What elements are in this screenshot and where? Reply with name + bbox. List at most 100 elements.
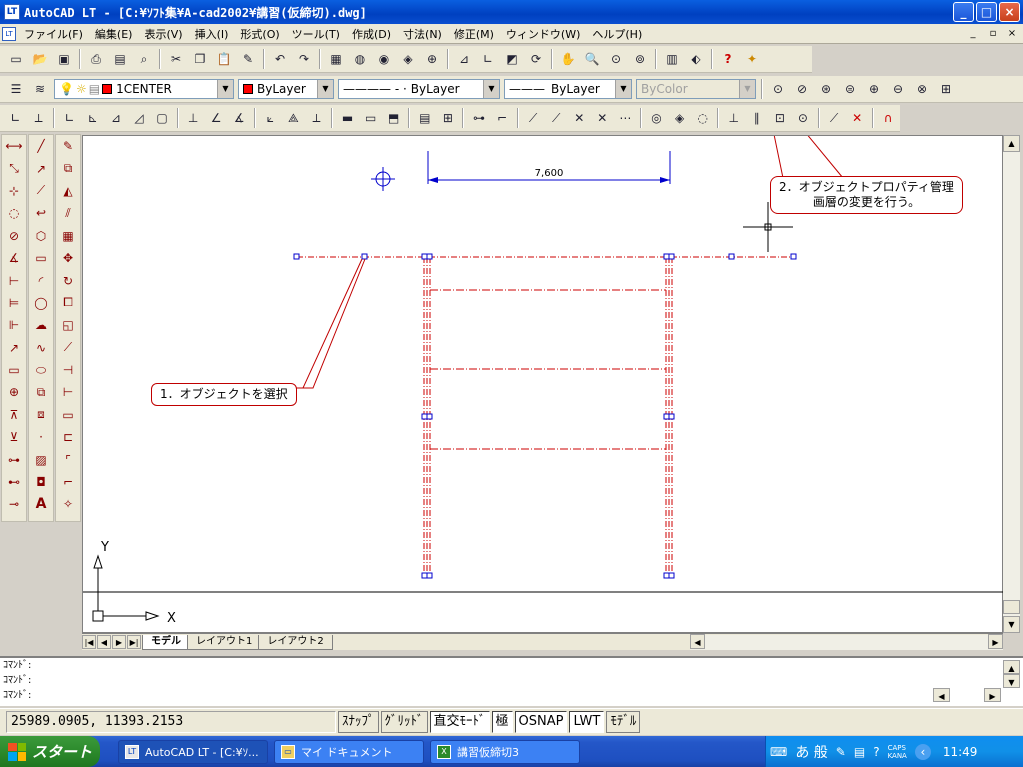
start-button[interactable]: スタート [0,736,100,767]
menu-dimension[interactable]: 寸法(N) [397,26,448,42]
ucs-object-icon[interactable]: ⊾ [82,107,103,129]
explode-icon[interactable]: ✧ [57,493,79,515]
line-icon[interactable]: ╱ [30,135,52,157]
zoom-window-icon[interactable]: ⊙ [767,78,789,100]
cut-icon[interactable]: ✂ [165,48,187,70]
lineweight-combo[interactable]: ——— ByLayer ▼ [504,79,632,99]
copy-icon[interactable]: ❐ [189,48,211,70]
zoom-dynamic-icon[interactable]: ⊘ [791,78,813,100]
coordinate-display[interactable]: 25989.0905, 11393.2153 [6,711,336,733]
scroll-right-button[interactable]: ▶ [988,634,1003,649]
scale-icon[interactable]: ⧠ [57,292,79,314]
command-prompt[interactable]: ｺﾏﾝﾄﾞ: [0,688,1023,703]
layer-icon[interactable]: ⬖ [685,48,707,70]
model-button[interactable]: ﾓﾃﾞﾙ [606,711,641,733]
ime-tool-icon[interactable]: ✎ [836,745,846,759]
linetype-combo[interactable]: ———— - · ByLayer ▼ [338,79,500,99]
command-window[interactable]: ｺﾏﾝﾄﾞ: ｺﾏﾝﾄﾞ: ｺﾏﾝﾄﾞ: ▲ ▼ ◀ ▶ [0,656,1023,706]
print-icon[interactable]: ⎙ [85,48,107,70]
dim-center-icon[interactable]: ⊕ [3,381,25,403]
layer-previous-icon[interactable]: ≋ [29,78,51,100]
preview-icon[interactable]: ▤ [109,48,131,70]
osnap-apparent-icon[interactable]: ✕ [592,107,613,129]
insert-icon[interactable]: ⧈ [30,404,52,426]
task-autocad[interactable]: LT AutoCAD LT - [C:¥ｿ... [118,739,268,764]
block-icon[interactable]: ⧉ [30,381,52,403]
osnap-tangent-icon[interactable]: ◌ [692,107,713,129]
text-icon[interactable]: A [30,493,52,515]
spline-icon[interactable]: ∿ [30,337,52,359]
osnap-endpoint-icon[interactable]: ⟋ [523,107,544,129]
mirror-icon[interactable]: ◭ [57,180,79,202]
hatch-icon[interactable]: ▨ [30,448,52,470]
osnap-midpoint-icon[interactable]: ⟋ [546,107,567,129]
chevron-down-icon[interactable]: ▼ [615,80,631,98]
scroll-up-button[interactable]: ▲ [1003,135,1020,152]
ucs-rotate-x-icon[interactable]: ⟀ [260,107,281,129]
grid-button[interactable]: ｸﾞﾘｯﾄﾞ [380,711,428,733]
osnap-none-icon[interactable]: ✕ [847,107,868,129]
zoom-window-icon[interactable]: ⊙ [605,48,627,70]
cloud-icon[interactable]: ☁ [30,314,52,336]
erase-icon[interactable]: ✎ [57,135,79,157]
save-icon[interactable]: ▣ [53,48,75,70]
menu-view[interactable]: 表示(V) [138,26,188,42]
tab-model[interactable]: モデル [142,634,190,650]
window-titlebar[interactable]: LT AutoCAD LT - [C:¥ｿﾌﾄ集¥A-cad2002¥講習(仮締… [0,0,1023,24]
layer-combo[interactable]: 💡 ☼ ▤ 1CENTER ▼ [54,79,234,99]
menu-edit[interactable]: 編集(E) [89,26,139,42]
cmd-scroll-right[interactable]: ▶ [984,688,1001,702]
osnap-nearest-icon[interactable]: ⟋ [824,107,845,129]
ucs-rotate-z-icon[interactable]: ⟂ [306,107,327,129]
ucs-origin-icon[interactable]: ∟ [59,107,80,129]
tab-next-button[interactable]: ▶ [112,635,126,649]
doc-restore-button[interactable]: ▫ [986,27,1000,41]
point-icon[interactable]: · [30,426,52,448]
osnap-intersection-icon[interactable]: ✕ [569,107,590,129]
break-icon[interactable]: ▭ [57,404,79,426]
array-icon[interactable]: ▦ [57,225,79,247]
zoom-scale-icon[interactable]: ⊛ [815,78,837,100]
dim-diameter-icon[interactable]: ⊘ [3,225,25,247]
ime-mode[interactable]: あ 般 [795,742,827,762]
ortho-button[interactable]: 直交ﾓｰﾄﾞ [429,711,490,733]
osnap-settings-icon[interactable]: ∩ [878,107,899,129]
close-button[interactable]: × [999,2,1020,22]
dim-override-icon[interactable]: ⊸ [3,493,25,515]
ucs-x-icon[interactable]: ⊥ [183,107,204,129]
break-at-point-icon[interactable]: ⊏ [57,426,79,448]
menu-modify[interactable]: 修正(M) [448,26,500,42]
dim-leader-icon[interactable]: ⬒ [383,107,404,129]
undo-draw-icon[interactable]: ↩ [30,202,52,224]
assist-icon[interactable]: ✦ [741,48,763,70]
lengthen-icon[interactable]: ⟋ [57,337,79,359]
clock[interactable]: 11:49 [943,745,978,759]
ucs-z-icon[interactable]: ∡ [229,107,250,129]
dim-baseline-icon[interactable]: ⊨ [3,292,25,314]
designcenter-icon[interactable]: ▦ [325,48,347,70]
dim-text-edit-icon[interactable]: ⊻ [3,426,25,448]
menu-window[interactable]: ウィンドウ(W) [500,26,586,42]
keyboard-icon[interactable]: ⌨ [770,745,787,759]
dim-edit-icon[interactable]: ⊼ [3,404,25,426]
document-icon[interactable]: LT [2,26,16,41]
dim-aligned-icon[interactable]: ⤡ [3,157,25,179]
layer-manager-icon[interactable]: ☰ [5,78,27,100]
task-excel[interactable]: X 講習仮締切3 [430,739,580,764]
ucs-rotate-y-icon[interactable]: ⟁ [283,107,304,129]
dim-tolerance-icon[interactable]: ▭ [3,359,25,381]
cmd-scroll-left[interactable]: ◀ [933,688,950,702]
autocad-app-icon[interactable]: LT [4,4,20,20]
hyperlink-icon[interactable]: ◉ [373,48,395,70]
dim-angular-icon[interactable]: ∡ [3,247,25,269]
osnap-node-icon[interactable]: ⊙ [792,107,813,129]
ucs-face-icon[interactable]: ⊿ [105,107,126,129]
dim-baseline-icon[interactable]: ▬ [337,107,358,129]
xy-icon[interactable]: ⊞ [437,107,458,129]
dim-quick-icon[interactable]: ⊢ [3,269,25,291]
zoom-extents-icon[interactable]: ⊞ [935,78,957,100]
pline-icon[interactable]: ⟋ [30,180,52,202]
circle-icon[interactable]: ◯ [30,292,52,314]
rotate-icon[interactable]: ↻ [57,269,79,291]
osnap-perpendicular-icon[interactable]: ⊥ [723,107,744,129]
